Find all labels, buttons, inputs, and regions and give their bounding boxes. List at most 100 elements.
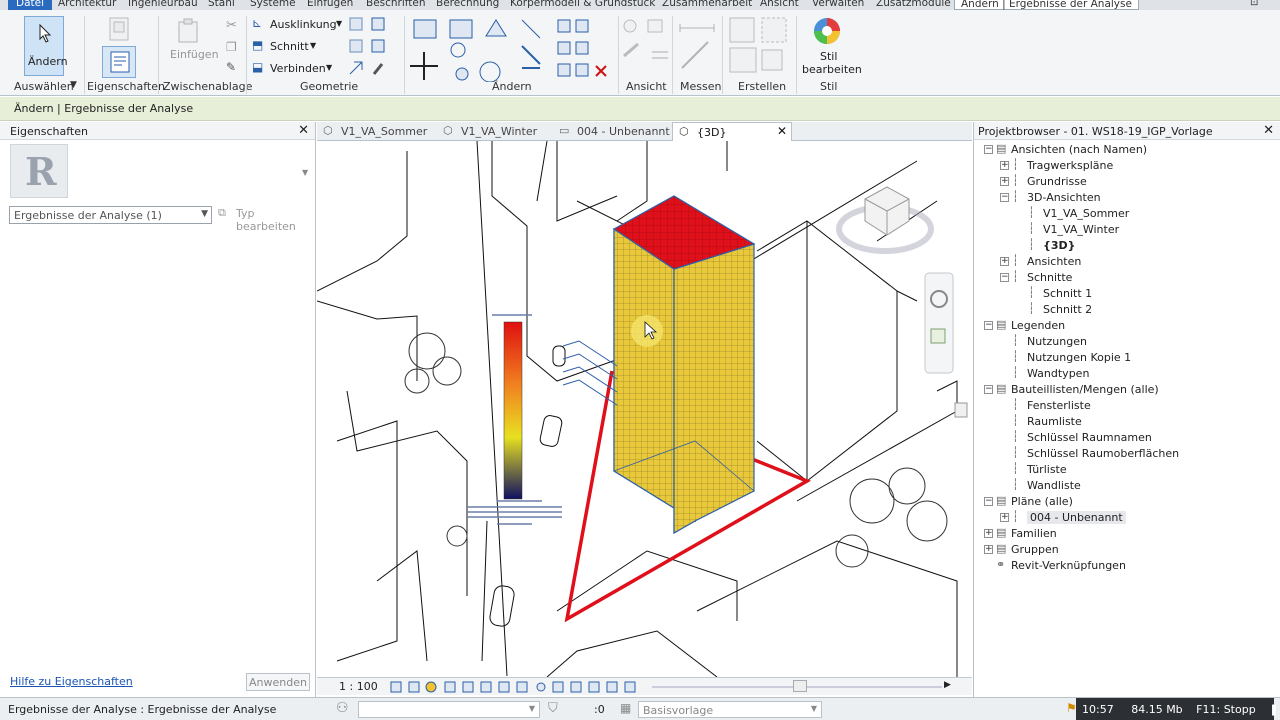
menu-tab-ingenieurbau[interactable]: Ingenieurbau: [128, 0, 198, 10]
cut-geometry-icon[interactable]: ⬒: [252, 38, 263, 52]
tree-expand-icon[interactable]: +: [984, 529, 993, 538]
tree-expand-icon[interactable]: −: [1000, 193, 1009, 202]
drawing-canvas[interactable]: [316, 140, 972, 678]
browser-item[interactable]: Bauteillisten/Mengen (alle): [1011, 383, 1159, 396]
type-selector[interactable]: Ergebnisse der Analyse (1) ▼: [9, 206, 212, 224]
cope-dropdown-icon[interactable]: ▼: [336, 19, 342, 28]
menu-tab-zusammenarbeit[interactable]: Zusammenarbeit: [662, 0, 752, 10]
recording-stop[interactable]: F11: Stopp: [1196, 703, 1256, 716]
worksharing-icon[interactable]: ⚇: [336, 700, 349, 716]
tree-expand-icon[interactable]: −: [984, 497, 993, 506]
menu-tab-verwalten[interactable]: Verwalten: [812, 0, 864, 10]
scroll-right-icon[interactable]: ▶: [944, 680, 951, 690]
pause-icon[interactable]: ❚❚: [1269, 703, 1280, 716]
menu-tab-stahl[interactable]: Stahl: [208, 0, 235, 10]
browser-item[interactable]: Türliste: [1027, 463, 1067, 476]
tree-expand-icon[interactable]: +: [1000, 513, 1009, 522]
cope-icon[interactable]: ⊾: [252, 16, 262, 30]
browser-item[interactable]: Wandtypen: [1027, 367, 1089, 380]
modify-button[interactable]: Ändern: [24, 16, 68, 76]
view-tools-icons[interactable]: [622, 16, 670, 76]
view-control-icons[interactable]: [389, 679, 649, 695]
workset-selector[interactable]: ▼: [358, 701, 540, 718]
scroll-thumb-horizontal[interactable]: [793, 680, 807, 692]
browser-item[interactable]: 004 - Unbenannt: [1027, 511, 1126, 524]
browser-item[interactable]: Schlüssel Raumoberflächen: [1027, 447, 1179, 460]
apply-button[interactable]: Anwenden: [246, 673, 310, 691]
browser-item[interactable]: Schnitt 1: [1043, 287, 1092, 300]
type-properties-button[interactable]: [102, 46, 136, 78]
edit-style-button[interactable]: Stil bearbeiten: [800, 14, 862, 78]
browser-item[interactable]: Schnitte: [1027, 271, 1072, 284]
browser-item[interactable]: {3D}: [1043, 239, 1075, 252]
menu-tab-ansicht[interactable]: Ansicht: [760, 0, 799, 10]
menu-tab-berechnung[interactable]: Berechnung: [436, 0, 499, 10]
browser-item[interactable]: Nutzungen Kopie 1: [1027, 351, 1131, 364]
browser-item[interactable]: Grundrisse: [1027, 175, 1087, 188]
close-icon[interactable]: ✕: [298, 123, 309, 138]
browser-item[interactable]: Tragwerkspläne: [1027, 159, 1113, 172]
analysis-tower[interactable]: [612, 195, 756, 535]
model-3d-view[interactable]: [316, 140, 972, 678]
close-icon[interactable]: ✕: [1263, 123, 1274, 138]
browser-item[interactable]: Schnitt 2: [1043, 303, 1092, 316]
scroll-thumb-vertical[interactable]: [954, 402, 968, 418]
menu-tab-beschriften[interactable]: Beschriften: [366, 0, 426, 10]
filter-icon[interactable]: ⛉: [548, 701, 558, 716]
tab-004-unbenannt[interactable]: ▭ 004 - Unbenannt: [553, 122, 676, 141]
browser-item[interactable]: Legenden: [1011, 319, 1065, 332]
browser-item[interactable]: Ansichten (nach Namen): [1011, 143, 1147, 156]
design-options-icon[interactable]: ▦: [620, 701, 631, 715]
menu-tab-einfuegen[interactable]: Einfügen: [307, 0, 353, 10]
tree-expand-icon[interactable]: −: [984, 385, 993, 394]
design-option-selector[interactable]: Basisvorlage ▼: [638, 701, 822, 718]
tree-expand-icon[interactable]: +: [984, 545, 993, 554]
browser-item[interactable]: 3D-Ansichten: [1027, 191, 1101, 204]
browser-item[interactable]: V1_VA_Winter: [1043, 223, 1119, 236]
tree-expand-icon[interactable]: +: [1000, 177, 1009, 186]
browser-item[interactable]: Revit-Verknüpfungen: [1011, 559, 1126, 572]
menu-tab-datei[interactable]: Datei: [8, 0, 53, 10]
tab-3d[interactable]: ⬡ {3D} ✕: [672, 122, 792, 141]
select-dropdown-icon[interactable]: ▼: [70, 80, 77, 90]
view-cube[interactable]: [836, 186, 934, 254]
cut-geometry-label[interactable]: Schnitt: [270, 40, 309, 53]
join-label[interactable]: Verbinden: [270, 62, 326, 75]
paste-icon[interactable]: [176, 18, 202, 44]
cut-dropdown-icon[interactable]: ▼: [310, 41, 316, 50]
menu-tab-architektur[interactable]: Architektur: [58, 0, 116, 10]
tree-expand-icon[interactable]: +: [1000, 257, 1009, 266]
tree-expand-icon[interactable]: −: [984, 321, 993, 330]
scale-selector[interactable]: 1 : 100: [339, 680, 378, 693]
menu-tab-zusatzmodule[interactable]: Zusatzmodule: [876, 0, 951, 10]
join-dropdown-icon[interactable]: ▼: [326, 63, 332, 72]
edit-type-button[interactable]: Typ bearbeiten: [236, 207, 315, 233]
measure-icons[interactable]: [678, 20, 718, 76]
close-tab-icon[interactable]: ✕: [777, 124, 787, 138]
browser-item[interactable]: Pläne (alle): [1011, 495, 1073, 508]
help-properties-link[interactable]: Hilfe zu Eigenschaften: [10, 675, 133, 688]
browser-item[interactable]: Wandliste: [1027, 479, 1081, 492]
browser-item[interactable]: Schlüssel Raumnamen: [1027, 431, 1152, 444]
menu-tab-context[interactable]: Ändern | Ergebnisse der Analyse: [954, 0, 1139, 10]
navigation-bar[interactable]: [924, 272, 954, 374]
browser-item[interactable]: Ansichten: [1027, 255, 1081, 268]
geometry-tools-icons[interactable]: [348, 16, 404, 76]
cut-icon[interactable]: ✂: [226, 18, 237, 33]
cope-label[interactable]: Ausklinkung: [270, 18, 337, 31]
menu-tab-systeme[interactable]: Systeme: [250, 0, 296, 10]
preview-dropdown-icon[interactable]: ▼: [302, 168, 308, 177]
browser-item[interactable]: Raumliste: [1027, 415, 1082, 428]
browser-item[interactable]: V1_VA_Sommer: [1043, 207, 1129, 220]
browser-item[interactable]: Familien: [1011, 527, 1057, 540]
menu-tab-koerpermodell[interactable]: Körpermodell & Grundstück: [510, 0, 655, 10]
tab-v1-va-winter[interactable]: ⬡ V1_VA_Winter: [437, 122, 543, 141]
join-icon[interactable]: ⬓: [252, 60, 263, 74]
panel-auswaehlen[interactable]: Auswählen: [14, 80, 74, 93]
tree-expand-icon[interactable]: +: [1000, 161, 1009, 170]
tab-v1-va-sommer[interactable]: ⬡ V1_VA_Sommer: [317, 122, 433, 141]
browser-item[interactable]: Nutzungen: [1027, 335, 1087, 348]
create-icons[interactable]: [728, 16, 792, 78]
browser-item[interactable]: Gruppen: [1011, 543, 1059, 556]
tree-expand-icon[interactable]: −: [1000, 273, 1009, 282]
